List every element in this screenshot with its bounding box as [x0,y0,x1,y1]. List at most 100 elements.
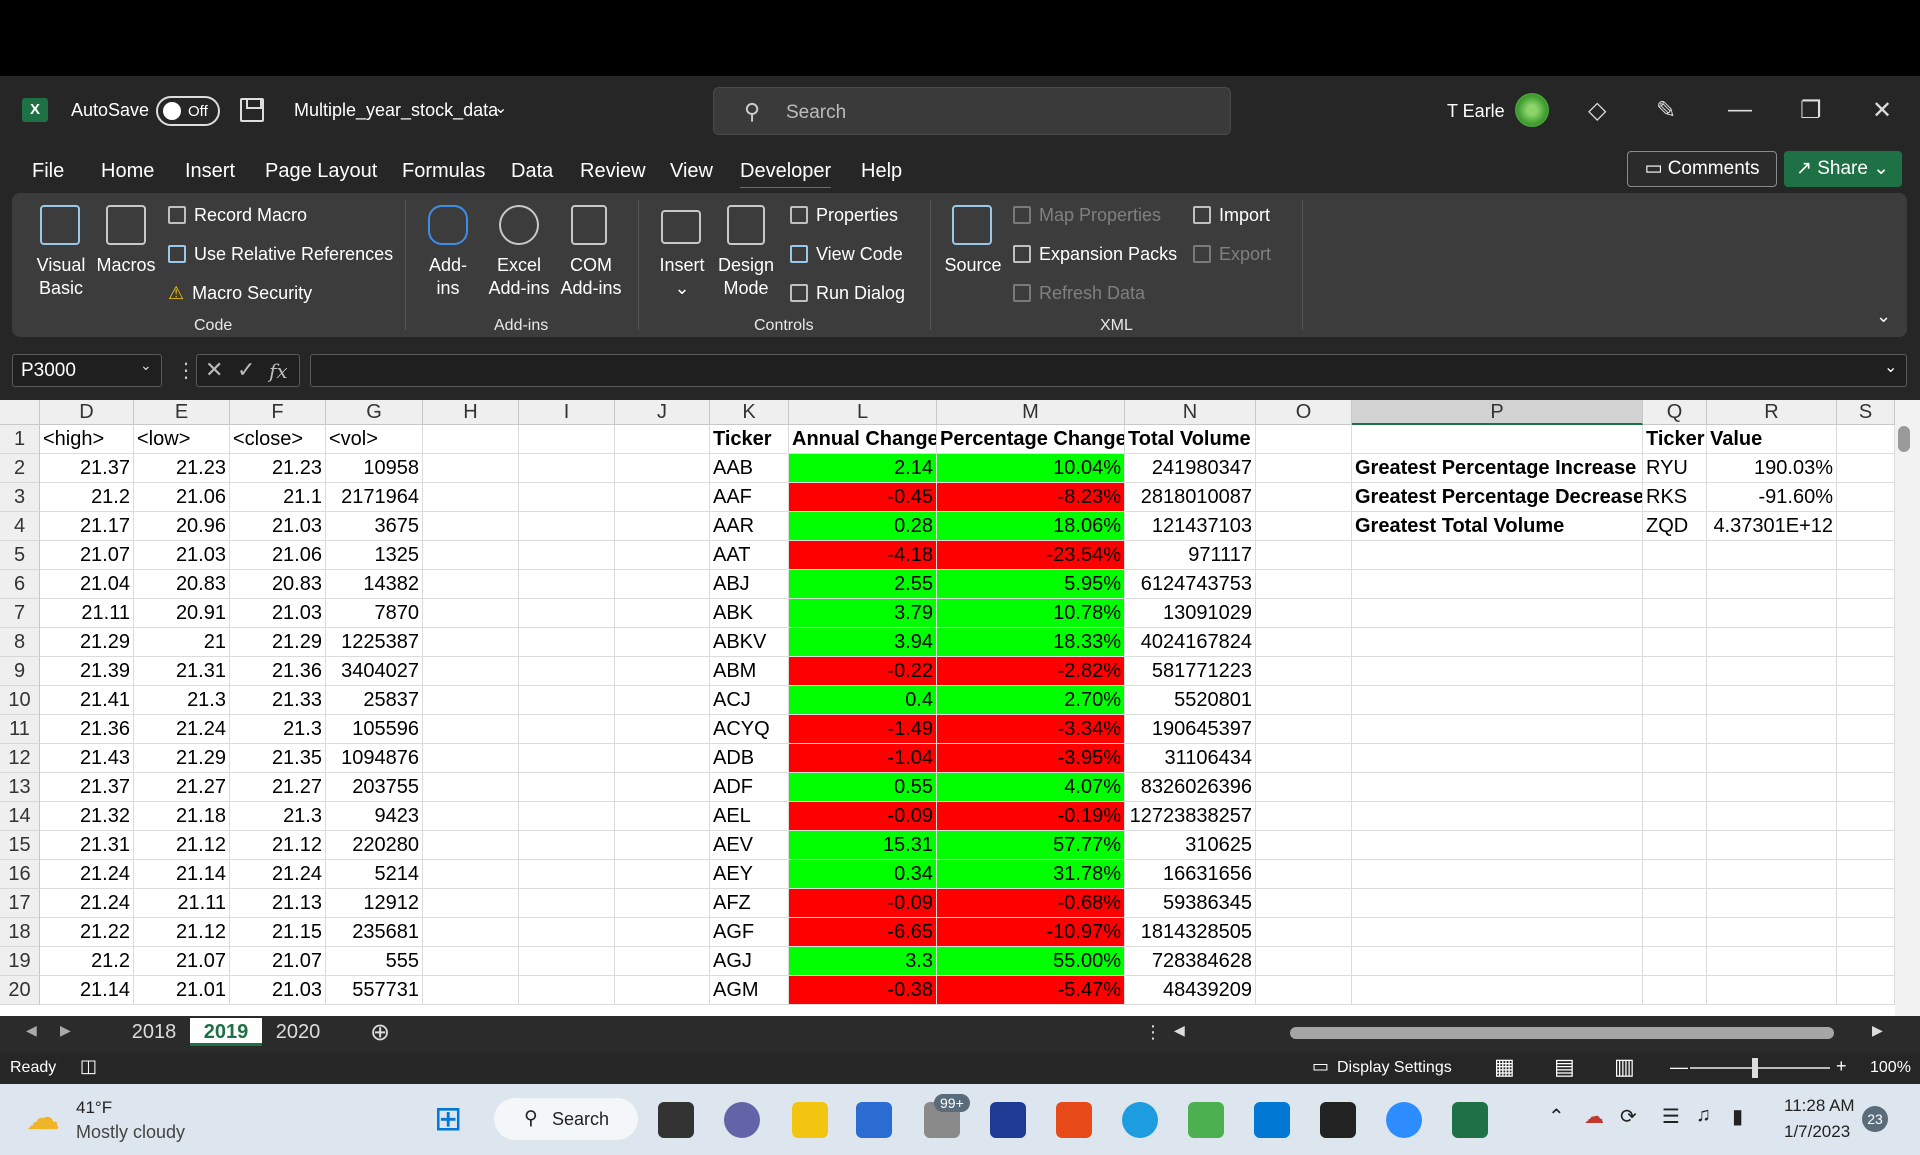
cell-d11[interactable]: 21.36 [40,715,134,744]
cell-m18[interactable]: -10.97% [937,918,1125,947]
cell-d14[interactable]: 21.32 [40,802,134,831]
row-header[interactable]: 18 [0,918,40,947]
cell-n9[interactable]: 581771223 [1125,657,1256,686]
cell-h17[interactable] [423,889,519,918]
row-header[interactable]: 12 [0,744,40,773]
column-header-m[interactable]: M [937,400,1125,425]
close-icon[interactable]: ✕ [1872,96,1892,125]
cell-f7[interactable]: 21.03 [230,599,326,628]
cell-d17[interactable]: 21.24 [40,889,134,918]
cell-i1[interactable] [519,425,615,454]
cell-d5[interactable]: 21.07 [40,541,134,570]
cell-o13[interactable] [1256,773,1352,802]
cell-g10[interactable]: 25837 [326,686,423,715]
cell-f17[interactable]: 21.13 [230,889,326,918]
file-explorer-icon[interactable] [792,1102,828,1138]
design-mode-button[interactable]: Design Mode [714,254,778,300]
weather-temp[interactable]: 41°F [76,1098,112,1118]
row-header[interactable]: 5 [0,541,40,570]
column-header-h[interactable]: H [423,400,519,425]
cell-q2[interactable]: RYU [1643,454,1707,483]
cell-h20[interactable] [423,976,519,1005]
cell-h4[interactable] [423,512,519,541]
cell-o11[interactable] [1256,715,1352,744]
cancel-icon[interactable]: ✕ [205,357,223,383]
cell-p9[interactable] [1352,657,1643,686]
cell-m5[interactable]: -23.54% [937,541,1125,570]
cell-k2[interactable]: AAB [710,454,789,483]
cell-d13[interactable]: 21.37 [40,773,134,802]
cell-i12[interactable] [519,744,615,773]
cell-o3[interactable] [1256,483,1352,512]
cell-l10[interactable]: 0.4 [789,686,937,715]
cell-r15[interactable] [1707,831,1837,860]
expansion-packs-button[interactable]: Expansion Packs [1013,244,1177,265]
task-view-icon[interactable] [658,1102,694,1138]
tab-developer[interactable]: Developer [740,160,832,190]
tab-help[interactable]: Help [861,160,902,183]
check-icon[interactable]: ✓ [237,357,255,383]
cell-e6[interactable]: 20.83 [134,570,230,599]
cell-e10[interactable]: 21.3 [134,686,230,715]
cell-e9[interactable]: 21.31 [134,657,230,686]
row-header[interactable]: 6 [0,570,40,599]
cell-p3[interactable]: Greatest Percentage Decrease [1352,483,1643,512]
cell-s6[interactable] [1837,570,1895,599]
row-header[interactable]: 20 [0,976,40,1005]
tab-data[interactable]: Data [511,160,553,183]
cell-h8[interactable] [423,628,519,657]
cell-j17[interactable] [615,889,710,918]
cell-n2[interactable]: 241980347 [1125,454,1256,483]
cell-d3[interactable]: 21.2 [40,483,134,512]
vertical-scroll-thumb[interactable] [1898,426,1910,452]
cell-h6[interactable] [423,570,519,599]
sheet-tab-2019[interactable]: 2019 [190,1018,262,1046]
zoom-slider-thumb[interactable] [1752,1058,1758,1078]
cell-g1[interactable]: <vol> [326,425,423,454]
cell-p17[interactable] [1352,889,1643,918]
cell-s5[interactable] [1837,541,1895,570]
cell-j14[interactable] [615,802,710,831]
record-macro-button[interactable]: Record Macro [168,205,307,226]
prev-sheet-icon[interactable]: ◀ [26,1022,37,1039]
cell-k5[interactable]: AAT [710,541,789,570]
excel-taskbar-icon[interactable] [1452,1102,1488,1138]
cell-j19[interactable] [615,947,710,976]
cell-e12[interactable]: 21.29 [134,744,230,773]
cell-p2[interactable]: Greatest Percentage Increase [1352,454,1643,483]
cell-k13[interactable]: ADF [710,773,789,802]
cell-m11[interactable]: -3.34% [937,715,1125,744]
cell-j4[interactable] [615,512,710,541]
column-header-r[interactable]: R [1707,400,1837,425]
cell-h3[interactable] [423,483,519,512]
cell-l14[interactable]: -0.09 [789,802,937,831]
cell-n19[interactable]: 728384628 [1125,947,1256,976]
cell-j8[interactable] [615,628,710,657]
cell-o18[interactable] [1256,918,1352,947]
cell-n3[interactable]: 2818010087 [1125,483,1256,512]
cell-o1[interactable] [1256,425,1352,454]
cell-e14[interactable]: 21.18 [134,802,230,831]
cell-i13[interactable] [519,773,615,802]
cell-q18[interactable] [1643,918,1707,947]
cell-o6[interactable] [1256,570,1352,599]
cell-h11[interactable] [423,715,519,744]
cell-h12[interactable] [423,744,519,773]
cell-r7[interactable] [1707,599,1837,628]
cell-f15[interactable]: 21.12 [230,831,326,860]
cell-k11[interactable]: ACYQ [710,715,789,744]
cell-o9[interactable] [1256,657,1352,686]
refresh-data-button[interactable]: Refresh Data [1013,283,1145,304]
cell-r4[interactable]: 4.37301E+12 [1707,512,1837,541]
cell-p6[interactable] [1352,570,1643,599]
row-header[interactable]: 15 [0,831,40,860]
cell-p15[interactable] [1352,831,1643,860]
sync-icon[interactable]: ⟳ [1620,1104,1637,1129]
cell-d4[interactable]: 21.17 [40,512,134,541]
cell-q19[interactable] [1643,947,1707,976]
com-add-ins-button[interactable]: COM Add-ins [556,254,626,300]
cell-f4[interactable]: 21.03 [230,512,326,541]
row-header[interactable]: 17 [0,889,40,918]
cell-k6[interactable]: ABJ [710,570,789,599]
row-header[interactable]: 9 [0,657,40,686]
